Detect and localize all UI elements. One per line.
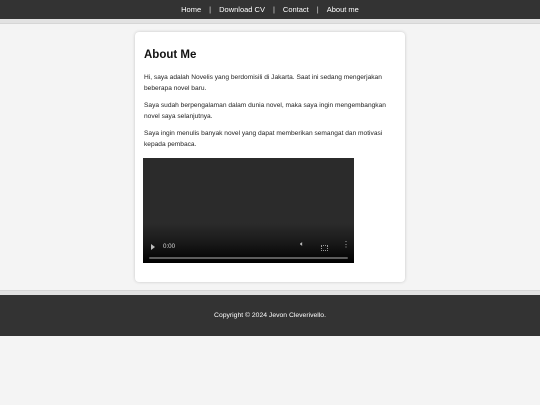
- about-paragraph: Saya sudah berpengalaman dalam dunia nov…: [144, 102, 386, 120]
- page-title: About Me: [144, 49, 197, 61]
- play-icon[interactable]: [151, 244, 155, 250]
- fullscreen-icon[interactable]: [321, 245, 328, 251]
- nav-link-contact[interactable]: Contact: [283, 5, 309, 14]
- more-options-icon[interactable]: ⋮: [342, 241, 350, 249]
- top-navigation: Home | Download CV | Contact | About me: [0, 0, 540, 19]
- video-player[interactable]: 0:00 🔈︎ ⋮: [143, 158, 354, 263]
- nav-link-home[interactable]: Home: [181, 5, 201, 14]
- video-progress-bar[interactable]: [149, 257, 348, 259]
- about-paragraph: Hi, saya adalah Novelis yang berdomisili…: [144, 74, 382, 92]
- nav-link-about-me[interactable]: About me: [327, 5, 359, 14]
- header-divider: [0, 19, 540, 24]
- video-controls: 0:00 🔈︎ ⋮: [143, 235, 354, 263]
- video-time: 0:00: [163, 243, 176, 250]
- nav-separator: |: [272, 5, 275, 14]
- about-card: About Me Hi, saya adalah Novelis yang be…: [135, 32, 405, 282]
- site-footer: Copyright © 2024 Jevon Cleverivello.: [0, 295, 540, 336]
- nav-link-download-cv[interactable]: Download CV: [219, 5, 265, 14]
- about-paragraph: Saya ingin menulis banyak novel yang dap…: [144, 130, 383, 148]
- nav-separator: |: [316, 5, 319, 14]
- nav-separator: |: [209, 5, 212, 14]
- copyright-text: Copyright © 2024 Jevon Cleverivello.: [214, 312, 326, 319]
- volume-icon[interactable]: 🔈︎: [300, 241, 304, 249]
